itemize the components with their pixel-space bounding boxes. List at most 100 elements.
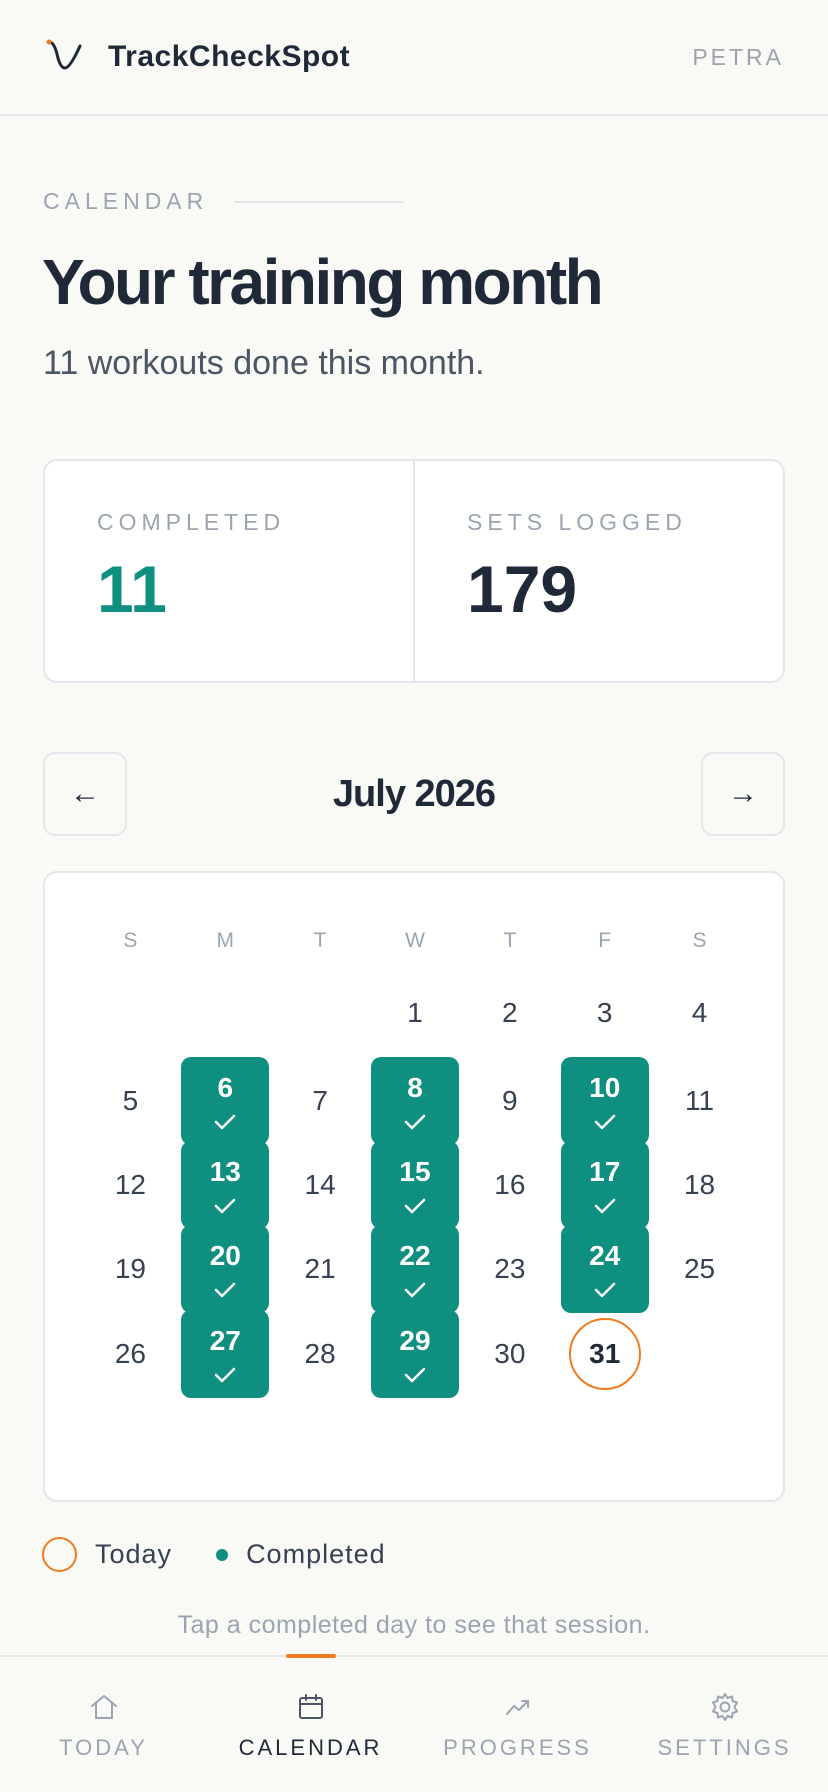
day-cell: 11 (652, 1057, 747, 1145)
day-number: 8 (407, 1072, 423, 1103)
completed-day-10[interactable]: 10 (560, 1057, 649, 1145)
completed-day-13[interactable]: 13 (181, 1141, 270, 1229)
day-26[interactable]: 26 (86, 1310, 174, 1398)
day-cell: 3 (557, 969, 652, 1057)
user-name[interactable]: PETRA (692, 44, 784, 71)
day-9[interactable]: 9 (466, 1057, 554, 1145)
completed-day-27[interactable]: 27 (181, 1310, 270, 1398)
day-cell: 16 (462, 1141, 557, 1229)
hint-text: Tap a completed day to see that session. (177, 1611, 651, 1639)
stat-value: 11 (97, 552, 167, 626)
app-name: TrackCheckSpot (108, 40, 351, 73)
weekday-header: S M T W T F S (83, 929, 747, 953)
week-row: 1 2 3 4 (83, 969, 747, 1057)
day-3[interactable]: 3 (561, 969, 649, 1057)
day-23[interactable]: 23 (466, 1225, 554, 1313)
nav-label: PROGRESS (443, 1735, 592, 1760)
nav-label: CALENDAR (238, 1735, 383, 1760)
calendar-icon (298, 1694, 323, 1719)
day-number: 20 (209, 1240, 241, 1271)
check-icon (404, 1282, 426, 1298)
check-icon (215, 1367, 236, 1383)
weekday-label: S (692, 929, 707, 952)
day-14[interactable]: 14 (276, 1141, 364, 1229)
day-number: 5 (122, 1085, 139, 1116)
day-cell: 24 (557, 1225, 652, 1313)
day-number: 10 (589, 1072, 621, 1103)
today-day-31[interactable]: 31 (568, 1318, 641, 1390)
nav-item-today[interactable]: TODAY (0, 1657, 207, 1792)
logo-icon (46, 39, 82, 70)
day-cell: 20 (178, 1225, 273, 1313)
week-row: 26 27 28 29 30 31 (83, 1310, 747, 1398)
day-number: 25 (683, 1253, 716, 1284)
completed-day-8[interactable]: 8 (370, 1057, 459, 1145)
next-month-button[interactable]: → (700, 752, 785, 836)
day-5[interactable]: 5 (86, 1057, 174, 1145)
page-subtitle: 11 workouts done this month. (43, 344, 485, 382)
day-number: 17 (589, 1156, 621, 1187)
day-cell (83, 969, 178, 1057)
brand[interactable]: TrackCheckSpot (44, 36, 350, 78)
completed-day-24[interactable]: 24 (560, 1225, 649, 1313)
day-1[interactable]: 1 (371, 969, 459, 1057)
day-cell: 10 (557, 1057, 652, 1145)
day-16[interactable]: 16 (466, 1141, 554, 1229)
day-number: 11 (685, 1085, 715, 1116)
day-2[interactable]: 2 (466, 969, 554, 1057)
day-cell: 14 (273, 1141, 368, 1229)
check-icon (404, 1367, 426, 1383)
check-icon (594, 1198, 615, 1214)
day-11[interactable]: 11 (656, 1057, 744, 1145)
day-cell: 18 (652, 1141, 747, 1229)
stat-sets-logged: SETS LOGGED 179 (413, 461, 783, 681)
day-cell: 2 (462, 969, 557, 1057)
day-cell: 4 (652, 969, 747, 1057)
week-row: 19 20 21 22 23 24 25 (83, 1225, 747, 1313)
completed-day-22[interactable]: 22 (370, 1225, 459, 1313)
nav-item-settings[interactable]: SETTINGS (621, 1657, 828, 1792)
day-18[interactable]: 18 (656, 1141, 744, 1229)
day-number: 22 (399, 1240, 431, 1271)
day-7[interactable]: 7 (276, 1057, 364, 1145)
section-label-text: CALENDAR (43, 188, 209, 214)
day-21[interactable]: 21 (276, 1225, 364, 1313)
completed-day-15[interactable]: 15 (370, 1141, 459, 1229)
weekday-label: S (123, 929, 138, 952)
day-cell: 8 (368, 1057, 463, 1145)
day-number: 19 (114, 1253, 146, 1284)
day-number: 28 (304, 1338, 336, 1369)
day-28[interactable]: 28 (276, 1310, 364, 1398)
nav-item-progress[interactable]: PROGRESS (414, 1657, 621, 1792)
nav-item-calendar[interactable]: CALENDAR (207, 1654, 414, 1792)
prev-month-button[interactable]: ← (43, 752, 127, 836)
day-30[interactable]: 30 (466, 1310, 554, 1398)
active-indicator (285, 1654, 336, 1658)
completed-day-20[interactable]: 20 (181, 1225, 270, 1313)
calendar-grid: S M T W T F S 1 2 3 4 5 6 7 8 9 10 11 12 13 14 15 16 17 1… (43, 871, 785, 1502)
legend-today-label: Today (95, 1539, 173, 1569)
day-number: 27 (209, 1325, 241, 1356)
day-25[interactable]: 25 (656, 1225, 744, 1313)
check-icon (215, 1282, 236, 1298)
day-cell: 9 (462, 1057, 557, 1145)
day-4[interactable]: 4 (656, 969, 744, 1057)
stat-label: SETS LOGGED (467, 509, 687, 535)
day-number: 9 (502, 1085, 518, 1116)
weekday-label: F (598, 929, 612, 952)
weekday-label: M (216, 929, 235, 952)
check-icon (404, 1114, 426, 1130)
completed-day-6[interactable]: 6 (181, 1057, 270, 1145)
check-icon (215, 1198, 236, 1214)
day-cell: 1 (368, 969, 463, 1057)
legend: Today Completed (42, 1537, 386, 1572)
completed-day-29[interactable]: 29 (370, 1310, 459, 1398)
day-12[interactable]: 12 (86, 1141, 174, 1229)
day-cell: 25 (652, 1225, 747, 1313)
day-cell: 27 (178, 1310, 273, 1398)
day-cell: 30 (462, 1310, 557, 1398)
completed-day-17[interactable]: 17 (560, 1141, 649, 1229)
day-19[interactable]: 19 (86, 1225, 174, 1313)
day-number: 14 (304, 1169, 336, 1200)
nav-label: SETTINGS (657, 1735, 792, 1760)
